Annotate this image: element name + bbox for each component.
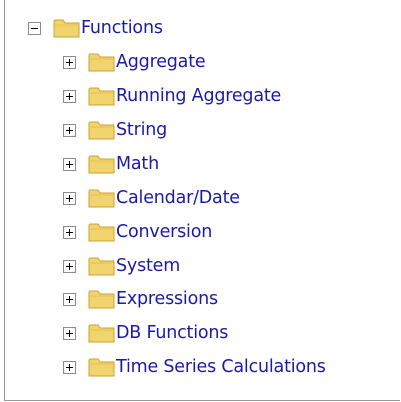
tree-node-label: String — [116, 120, 168, 140]
tree-node-label: Time Series Calculations — [116, 357, 326, 377]
expand-toggle-icon[interactable] — [63, 360, 76, 374]
tree-node-label: Math — [116, 154, 159, 174]
expand-toggle-icon[interactable] — [63, 326, 76, 340]
tree-node-label: Running Aggregate — [116, 86, 282, 106]
tree-node-math[interactable]: Math — [63, 150, 159, 178]
tree-node-label: Aggregate — [116, 52, 206, 72]
expand-toggle-icon[interactable] — [63, 55, 76, 69]
collapse-toggle-icon[interactable] — [28, 21, 41, 35]
folder-icon — [88, 189, 115, 208]
folder-icon — [88, 358, 115, 377]
tree-node-time-series-calculations[interactable]: Time Series Calculations — [63, 353, 326, 381]
folder-icon — [88, 290, 115, 309]
tree-node-system[interactable]: System — [63, 252, 180, 280]
tree-node-label: Expressions — [116, 289, 218, 309]
folder-icon — [88, 87, 115, 106]
folder-icon — [88, 155, 115, 174]
tree-node-label: Functions — [81, 18, 163, 38]
expand-toggle-icon[interactable] — [63, 191, 76, 205]
folder-icon — [88, 53, 115, 72]
tree-node-label: Conversion — [116, 222, 213, 242]
tree-node-string[interactable]: String — [63, 116, 167, 144]
tree-node-aggregate[interactable]: Aggregate — [63, 48, 206, 76]
expand-toggle-icon[interactable] — [63, 89, 76, 103]
folder-icon — [88, 324, 115, 343]
functions-tree-panel: Functions Aggregate Running Aggregate St… — [4, 0, 400, 401]
expand-toggle-icon[interactable] — [63, 123, 76, 137]
folder-icon — [88, 223, 115, 242]
tree-node-conversion[interactable]: Conversion — [63, 218, 212, 246]
expand-toggle-icon[interactable] — [63, 225, 76, 239]
tree-node-label: System — [116, 256, 181, 276]
tree-node-label: DB Functions — [116, 323, 229, 343]
folder-icon — [53, 19, 80, 38]
tree-node-db-functions[interactable]: DB Functions — [63, 319, 228, 347]
tree-node-label: Calendar/Date — [116, 188, 240, 208]
tree-node-running-aggregate[interactable]: Running Aggregate — [63, 82, 281, 110]
tree-node-expressions[interactable]: Expressions — [63, 285, 218, 313]
expand-toggle-icon[interactable] — [63, 157, 76, 171]
tree-node-calendar-date[interactable]: Calendar/Date — [63, 184, 240, 212]
expand-toggle-icon[interactable] — [63, 292, 76, 306]
expand-toggle-icon[interactable] — [63, 259, 76, 273]
folder-icon — [88, 121, 115, 140]
tree-node-functions[interactable]: Functions — [28, 14, 163, 42]
folder-icon — [88, 257, 115, 276]
